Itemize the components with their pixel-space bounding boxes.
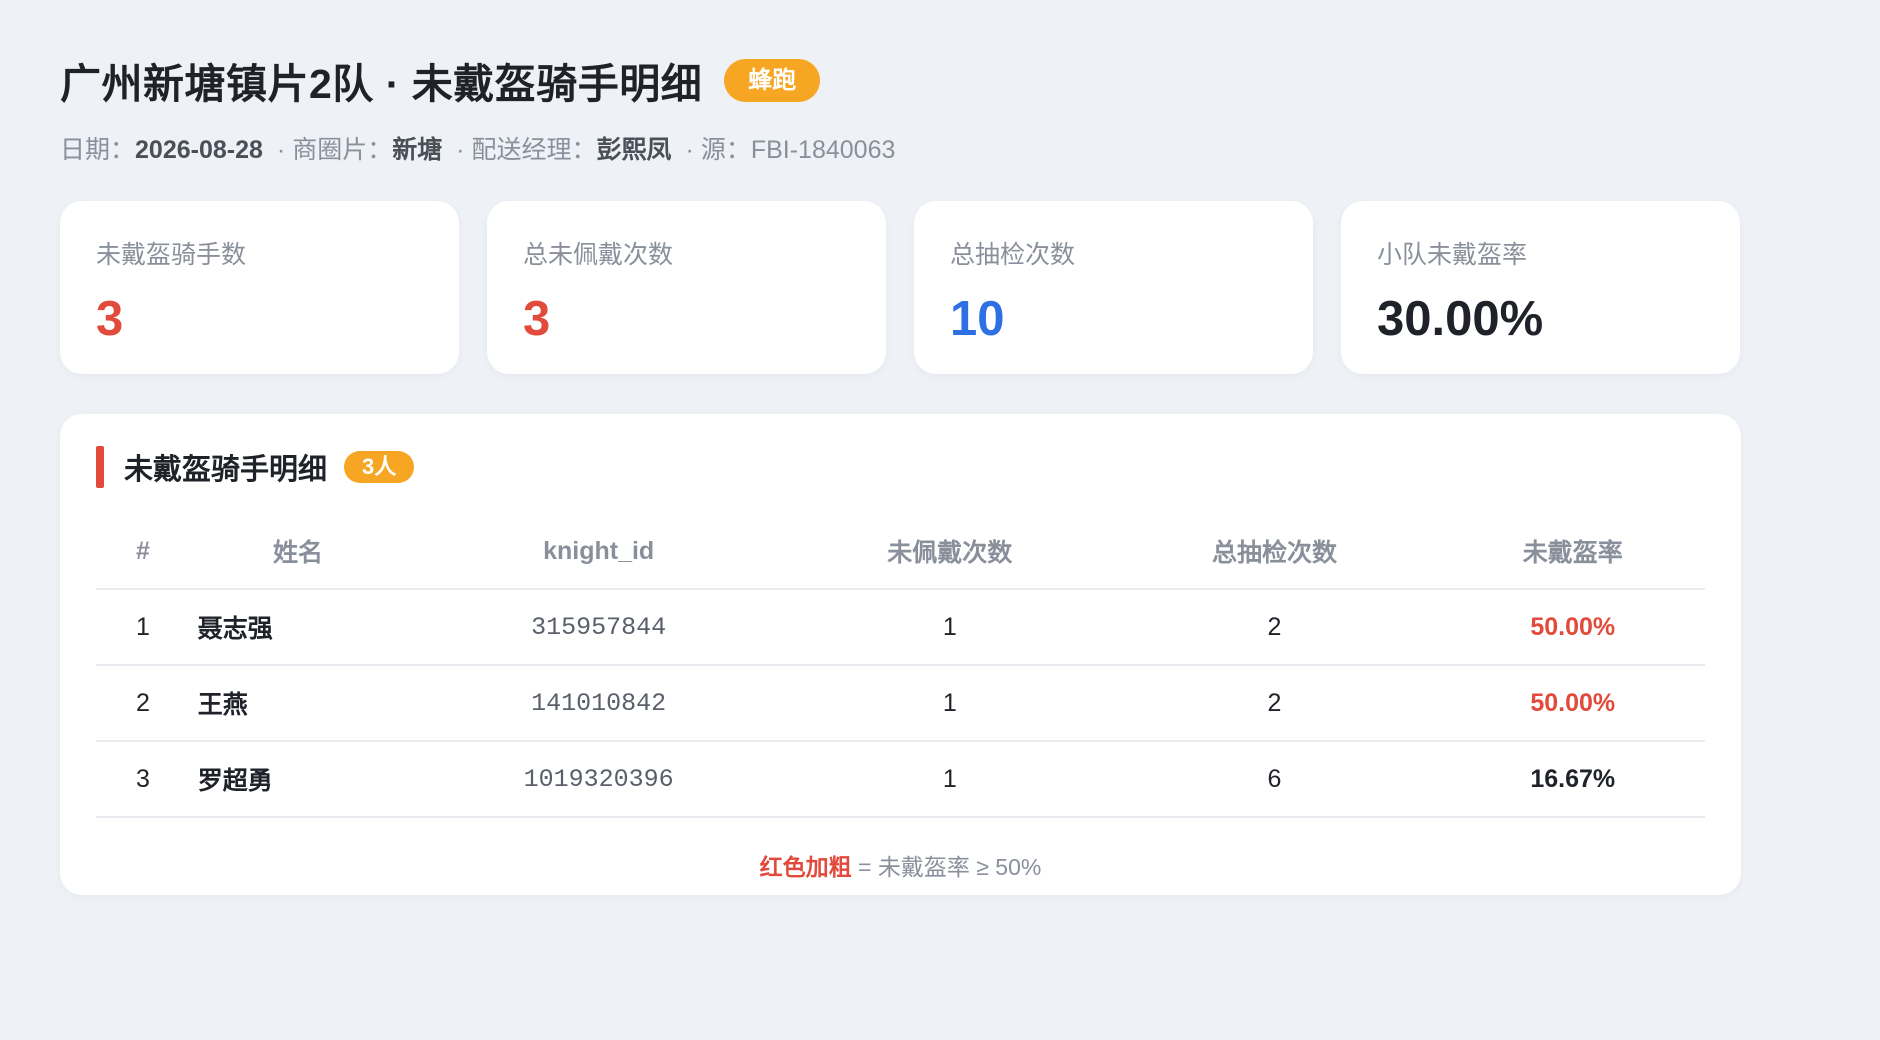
kpi-cards: 未戴盔骑手数 3 总未佩戴次数 3 总抽检次数 10 小队未戴盔率 30.00% bbox=[60, 201, 1741, 374]
rider-table: # 姓名 knight_id 未佩戴次数 总抽检次数 未戴盔率 1 聂志强 31… bbox=[96, 514, 1705, 818]
check-count: 2 bbox=[1108, 589, 1441, 666]
kpi-card-total-checks: 总抽检次数 10 bbox=[914, 201, 1313, 374]
no-helmet-count: 1 bbox=[791, 589, 1109, 666]
date-label: 日期： bbox=[60, 136, 136, 164]
knight-id: 315957844 bbox=[406, 589, 792, 666]
kpi-card-riders-without-helmet: 未戴盔骑手数 3 bbox=[60, 201, 459, 374]
area-label: 商圈片： bbox=[292, 136, 393, 164]
no-helmet-rate: 50.00% bbox=[1440, 589, 1705, 666]
date-value: 2026-08-28 bbox=[135, 136, 263, 164]
legend-key: 红色加粗 bbox=[759, 854, 852, 880]
kpi-value: 30.00% bbox=[1377, 292, 1544, 346]
check-count: 6 bbox=[1108, 741, 1441, 818]
column-header-check-count: 总抽检次数 bbox=[1108, 514, 1441, 590]
page-title: 广州新塘镇片2队 · 未戴盔骑手明细 bbox=[60, 61, 703, 107]
table-row: 3 罗超勇 1019320396 1 6 16.67% bbox=[96, 741, 1705, 818]
knight-id: 141010842 bbox=[406, 665, 792, 742]
column-header-name: 姓名 bbox=[189, 514, 407, 590]
rider-count-badge: 3人 bbox=[344, 451, 415, 483]
kpi-value: 3 bbox=[96, 292, 124, 346]
no-helmet-rate: 16.67% bbox=[1440, 741, 1705, 818]
kpi-label: 小队未戴盔率 bbox=[1377, 241, 1528, 269]
source-value: FBI-1840063 bbox=[750, 136, 896, 164]
detail-panel-header: 未戴盔骑手明细 3人 bbox=[96, 446, 1705, 488]
table-row: 2 王燕 141010842 1 2 50.00% bbox=[96, 665, 1705, 742]
source-label: 源： bbox=[700, 136, 751, 164]
section-accent-bar bbox=[96, 446, 104, 488]
no-helmet-count: 1 bbox=[791, 665, 1109, 742]
meta-separator: · bbox=[276, 136, 286, 164]
row-index: 3 bbox=[96, 741, 190, 818]
table-row: 1 聂志强 315957844 1 2 50.00% bbox=[96, 589, 1705, 666]
manager-label: 配送经理： bbox=[471, 136, 597, 164]
kpi-value: 10 bbox=[950, 292, 1005, 346]
detail-panel-title: 未戴盔骑手明细 bbox=[124, 454, 328, 486]
area-value: 新塘 bbox=[392, 136, 443, 164]
row-index: 1 bbox=[96, 589, 190, 666]
kpi-value: 3 bbox=[523, 292, 551, 346]
column-header-knight-id: knight_id bbox=[406, 514, 792, 590]
column-header-no-helmet-rate: 未戴盔率 bbox=[1440, 514, 1705, 590]
report-page: 广州新塘镇片2队 · 未戴盔骑手明细 蜂跑 日期：2026-08-28 · 商圈片… bbox=[60, 50, 1741, 895]
rider-name: 聂志强 bbox=[189, 589, 407, 666]
kpi-card-team-no-helmet-rate: 小队未戴盔率 30.00% bbox=[1341, 201, 1740, 374]
rider-name: 罗超勇 bbox=[189, 741, 407, 818]
table-header-row: # 姓名 knight_id 未佩戴次数 总抽检次数 未戴盔率 bbox=[96, 514, 1705, 590]
column-header-no-helmet-count: 未佩戴次数 bbox=[791, 514, 1109, 590]
kpi-card-total-no-helmet-count: 总未佩戴次数 3 bbox=[487, 201, 886, 374]
report-meta: 日期：2026-08-28 · 商圈片：新塘 · 配送经理：彭熙凤 · 源：FBI-1… bbox=[60, 130, 1741, 166]
table-legend: 红色加粗 = 未戴盔率 ≥ 50% bbox=[96, 848, 1705, 882]
rider-name: 王燕 bbox=[189, 665, 407, 742]
kpi-label: 未戴盔骑手数 bbox=[96, 241, 247, 269]
row-index: 2 bbox=[96, 665, 190, 742]
knight-id: 1019320396 bbox=[406, 741, 792, 818]
meta-separator: · bbox=[456, 136, 465, 164]
column-header-index: # bbox=[96, 514, 190, 590]
legend-text: = 未戴盔率 ≥ 50% bbox=[851, 854, 1042, 880]
kpi-label: 总抽检次数 bbox=[950, 241, 1076, 269]
no-helmet-rate: 50.00% bbox=[1440, 665, 1705, 742]
detail-panel: 未戴盔骑手明细 3人 # 姓名 knight_id 未佩戴次数 总抽检次数 未戴… bbox=[60, 414, 1741, 895]
no-helmet-count: 1 bbox=[791, 741, 1109, 818]
meta-separator: · bbox=[685, 136, 694, 164]
check-count: 2 bbox=[1108, 665, 1441, 742]
platform-badge: 蜂跑 bbox=[724, 58, 821, 102]
kpi-label: 总未佩戴次数 bbox=[523, 241, 674, 269]
title-row: 广州新塘镇片2队 · 未戴盔骑手明细 蜂跑 bbox=[60, 50, 1741, 110]
manager-value: 彭熙凤 bbox=[596, 136, 672, 164]
